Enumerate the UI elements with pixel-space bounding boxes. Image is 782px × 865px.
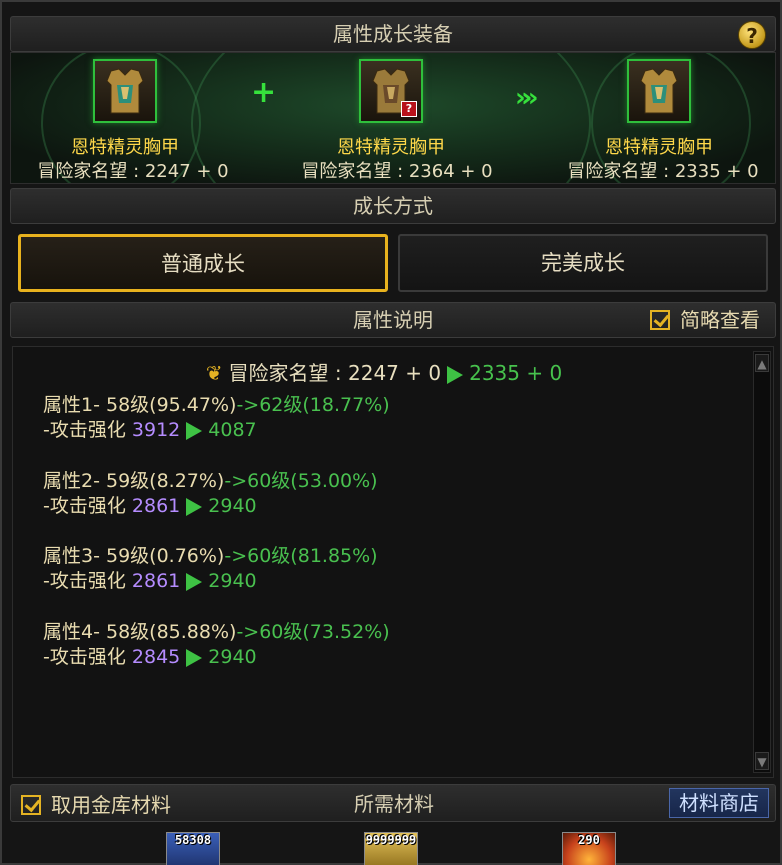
materials-header: 所需材料 取用金库材料 材料商店 xyxy=(10,784,776,822)
attribute-name: 属性3- xyxy=(43,545,106,567)
scroll-down-icon[interactable]: ▼ xyxy=(755,752,769,770)
stat-name: -攻击强化 xyxy=(43,646,126,668)
arrow-right-icon xyxy=(186,497,203,516)
equipment-name-material: 恩特精灵胸甲 xyxy=(337,137,445,158)
scroll-up-icon[interactable]: ▲ xyxy=(755,354,769,372)
attribute-current-level: 58级(95.47%) xyxy=(105,394,237,416)
use-vault-materials-label: 取用金库材料 xyxy=(51,792,171,817)
window-title: 属性成长装备 xyxy=(333,22,453,46)
stat-name: -攻击强化 xyxy=(43,570,126,592)
stat-from-value: 2845 xyxy=(131,646,181,668)
normal-growth-button[interactable]: 普通成长 xyxy=(18,234,388,292)
equipment-reputation-result: 冒险家名望 : 2335 + 0 xyxy=(567,161,759,182)
arrow-right-icon xyxy=(186,648,203,667)
locked-badge-icon: ? xyxy=(401,101,417,117)
stat-to-value: 2940 xyxy=(208,646,257,668)
equipment-name-current: 恩特精灵胸甲 xyxy=(71,137,179,158)
material-slot-3[interactable]: 290 xyxy=(562,832,616,865)
material-slot-2[interactable]: 9999999 xyxy=(364,832,418,865)
attribute-name: 属性2- xyxy=(43,470,106,492)
reputation-summary: ❦ 冒险家名望 : 2247 + 0 2335 + 0 xyxy=(13,357,755,386)
description-scrollbar[interactable]: ▲ ▼ xyxy=(753,351,771,773)
attribute-description-title: 属性说明 xyxy=(353,308,433,332)
equipment-reputation-current: 冒险家名望 : 2247 + 0 xyxy=(37,161,229,182)
attribute-name: 属性1- xyxy=(43,394,106,416)
attribute-entry: 属性4- 58级(85.88%)->60级(73.52%) -攻击强化 2845… xyxy=(43,620,390,670)
growth-method-header: 成长方式 xyxy=(10,188,776,224)
chest-armor-icon xyxy=(106,68,144,114)
attribute-description-panel: ❦ 冒险家名望 : 2247 + 0 2335 + 0 属性1- 58级(95.47… xyxy=(12,346,774,778)
brief-view-label: 简略查看 xyxy=(680,307,760,332)
summary-label: 冒险家名望 : xyxy=(228,361,342,385)
stat-from-value: 3912 xyxy=(131,419,181,441)
summary-to-value: 2335 + 0 xyxy=(469,361,563,385)
crest-icon: ❦ xyxy=(205,361,223,385)
summary-from-value: 2247 + 0 xyxy=(348,361,442,385)
equipment-comparison-panel: ? + »» 恩特精灵胸甲 恩特精灵胸甲 恩特精灵胸甲 冒险家名望 : 2247… xyxy=(10,52,776,184)
equipment-slot-result[interactable] xyxy=(627,59,691,123)
attribute-next-level: ->62级(18.77%) xyxy=(236,394,390,416)
arrow-right-icon xyxy=(447,365,464,384)
attribute-next-level: ->60级(81.85%) xyxy=(224,545,378,567)
attribute-entry: 属性2- 59级(8.27%)->60级(53.00%) -攻击强化 2861 2… xyxy=(43,469,378,519)
stat-from-value: 2861 xyxy=(131,495,181,517)
plus-icon: + xyxy=(251,75,277,110)
use-vault-materials-toggle[interactable]: 取用金库材料 xyxy=(21,789,171,819)
use-vault-materials-checkbox[interactable] xyxy=(21,794,41,815)
stat-from-value: 2861 xyxy=(131,570,181,592)
material-shop-button[interactable]: 材料商店 xyxy=(669,788,769,818)
double-arrow-icon: »» xyxy=(515,83,538,113)
perfect-growth-button[interactable]: 完美成长 xyxy=(398,234,768,292)
material-count: 290 xyxy=(578,833,600,847)
equipment-slot-current[interactable] xyxy=(93,59,157,123)
arrow-right-icon xyxy=(186,421,203,440)
equipment-growth-window: 属性成长装备 ? ? + »» 恩特精灵胸甲 恩特精灵胸甲 恩特精灵胸甲 冒险家… xyxy=(0,0,782,865)
equipment-reputation-material: 冒险家名望 : 2364 + 0 xyxy=(301,161,493,182)
window-title-bar: 属性成长装备 xyxy=(10,16,776,52)
stat-to-value: 2940 xyxy=(208,570,257,592)
material-count: 58308 xyxy=(174,833,212,847)
attribute-current-level: 59级(8.27%) xyxy=(105,470,225,492)
help-icon[interactable]: ? xyxy=(738,21,766,49)
material-count: 9999999 xyxy=(365,833,417,847)
stat-name: -攻击强化 xyxy=(43,495,126,517)
stat-to-value: 2940 xyxy=(208,495,257,517)
chest-armor-icon xyxy=(640,68,678,114)
attribute-name: 属性4- xyxy=(43,621,106,643)
equipment-name-result: 恩特精灵胸甲 xyxy=(605,137,713,158)
stat-to-value: 4087 xyxy=(208,419,257,441)
growth-method-title: 成长方式 xyxy=(353,194,433,218)
attribute-entry: 属性1- 58级(95.47%)->62级(18.77%) -攻击强化 3912… xyxy=(43,393,390,443)
equipment-slot-material[interactable]: ? xyxy=(359,59,423,123)
attribute-current-level: 59级(0.76%) xyxy=(105,545,225,567)
material-slot-1[interactable]: 58308 xyxy=(166,832,220,865)
arrow-right-icon xyxy=(186,572,203,591)
attribute-next-level: ->60级(53.00%) xyxy=(224,470,378,492)
stat-name: -攻击强化 xyxy=(43,419,126,441)
brief-view-toggle[interactable]: 简略查看 xyxy=(650,304,760,334)
attribute-current-level: 58级(85.88%) xyxy=(105,621,237,643)
attribute-next-level: ->60级(73.52%) xyxy=(236,621,390,643)
attribute-entry: 属性3- 59级(0.76%)->60级(81.85%) -攻击强化 2861 2… xyxy=(43,544,378,594)
brief-view-checkbox[interactable] xyxy=(650,309,670,330)
